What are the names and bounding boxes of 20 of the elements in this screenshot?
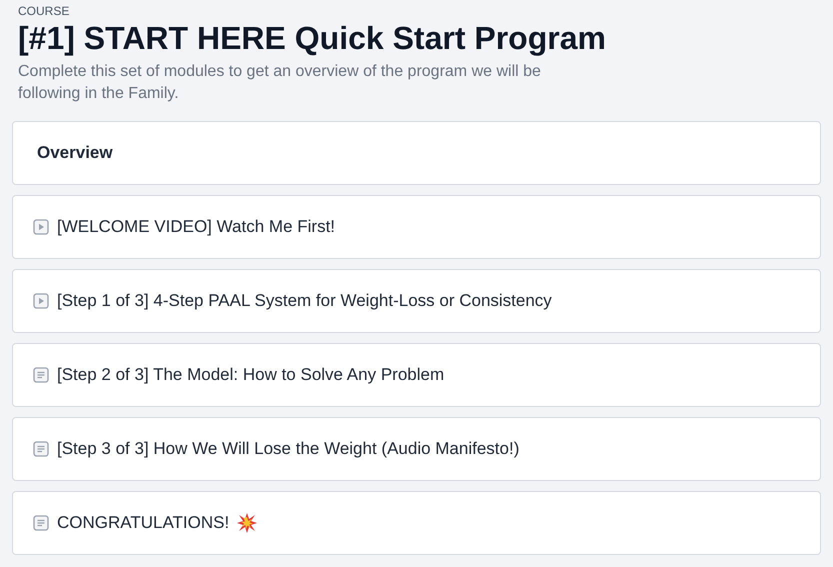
lesson-item[interactable]: CONGRATULATIONS!	[12, 491, 821, 555]
document-icon	[33, 515, 49, 531]
lesson-item[interactable]: [Step 1 of 3] 4-Step PAAL System for Weight-Loss or Consistency	[12, 269, 821, 333]
overview-card[interactable]: Overview	[12, 121, 821, 185]
lesson-title: [Step 3 of 3] How We Will Lose the Weight (Audio Manifesto!)	[57, 439, 520, 459]
overview-heading: Overview	[36, 143, 113, 163]
lesson-title: [WELCOME VIDEO] Watch Me First!	[57, 217, 336, 237]
lesson-item[interactable]: [Step 3 of 3] How We Will Lose the Weight (Audio Manifesto!)	[12, 417, 821, 481]
course-title: [#1] START HERE Quick Start Program	[18, 20, 606, 57]
lesson-item[interactable]: [Step 2 of 3] The Model: How to Solve Any Problem	[12, 343, 821, 407]
lesson-title: [Step 2 of 3] The Model: How to Solve Any Problem	[57, 365, 444, 385]
lesson-item[interactable]: [WELCOME VIDEO] Watch Me First!	[12, 195, 821, 259]
course-label: COURSE	[18, 4, 70, 18]
play-icon	[33, 293, 49, 309]
course-description: Complete this set of modules to get an overview of the program we will be following in the Family.	[18, 62, 542, 104]
lesson-title: [Step 1 of 3] 4-Step PAAL System for Weight-Loss or Consistency	[57, 291, 552, 311]
document-icon	[33, 441, 49, 457]
document-icon	[33, 367, 49, 383]
play-icon	[33, 219, 49, 235]
lesson-title: CONGRATULATIONS!	[57, 513, 230, 533]
